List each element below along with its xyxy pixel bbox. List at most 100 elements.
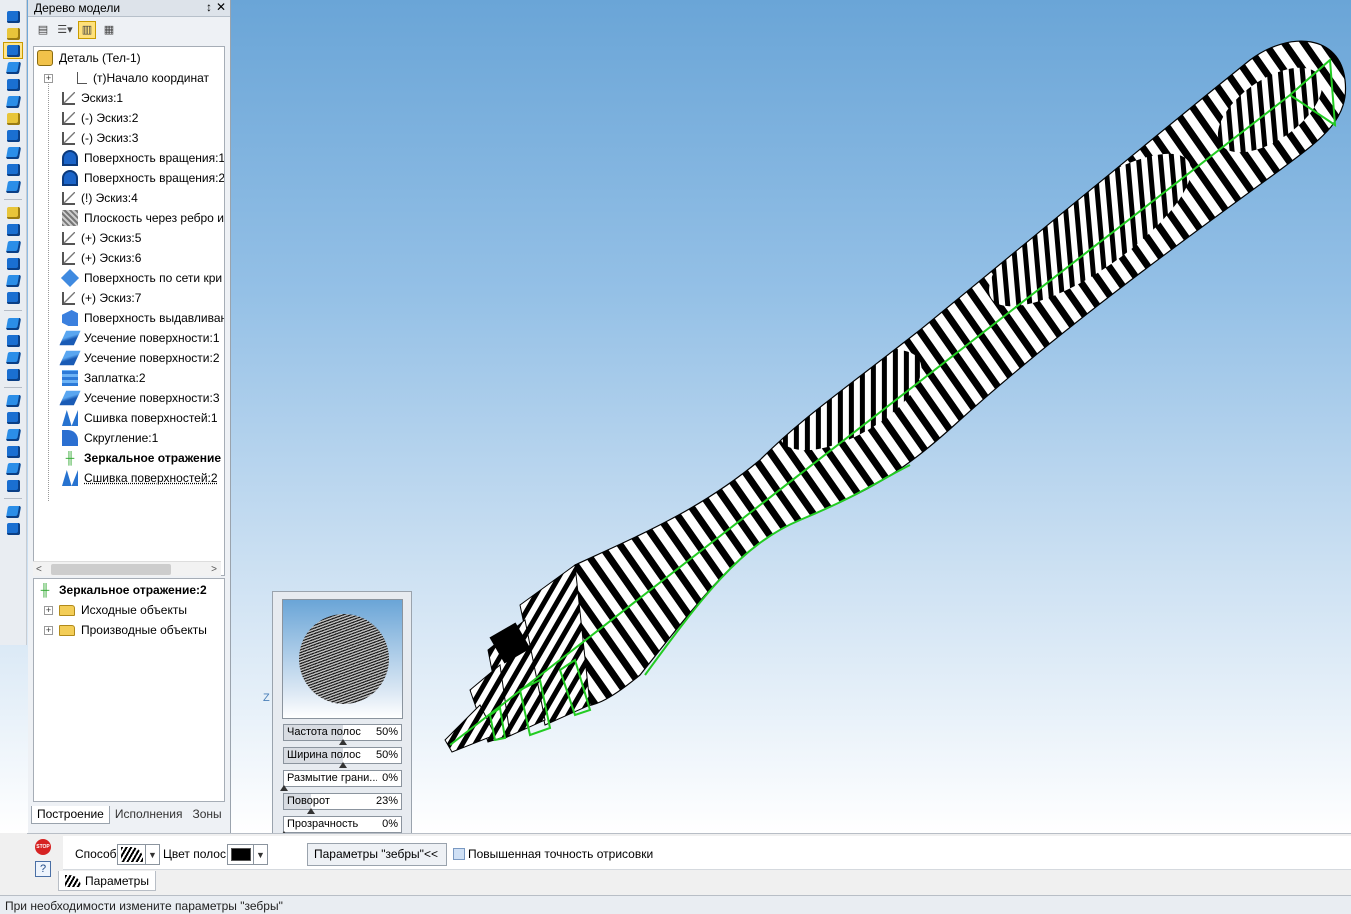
trim-surface-icon[interactable] — [4, 316, 22, 331]
tree-root-item[interactable]: Деталь (Тел-1) — [37, 48, 141, 68]
details-title[interactable]: ╫ Зеркальное отражение:2 — [37, 580, 207, 600]
edit-part-icon[interactable] — [4, 205, 22, 220]
tree-item[interactable]: Поверхность вращения:2 — [62, 168, 224, 188]
tab-versions[interactable]: Исполнения — [110, 806, 188, 824]
network-surface-icon — [60, 268, 80, 288]
rotation-slider[interactable]: Поворот 23% — [283, 793, 402, 814]
expand-icon[interactable]: + — [44, 605, 53, 615]
tree-item-selected[interactable]: ╫ Зеркальное отражение — [62, 448, 221, 468]
ruled-surface-icon[interactable] — [4, 427, 22, 442]
model-tree[interactable]: Деталь (Тел-1) + (т)Начало координат Эск… — [33, 46, 225, 576]
tree-horizontal-scrollbar[interactable]: < > — [33, 561, 221, 576]
network-surface-icon[interactable] — [4, 290, 22, 305]
mesh-surface-icon[interactable] — [4, 478, 22, 493]
tree-item[interactable]: Усечение поверхности:2 — [59, 348, 220, 368]
checkbox-box[interactable] — [453, 848, 465, 860]
split-surface-icon[interactable] — [4, 410, 22, 425]
filter-tool-icon[interactable] — [4, 111, 22, 126]
tree-item[interactable]: Эскиз:1 — [62, 88, 123, 108]
help-icon[interactable]: ? — [35, 861, 51, 877]
slider-label: Поворот — [287, 795, 330, 807]
tree-item[interactable]: (-) Эскиз:2 — [62, 108, 138, 128]
tree-item[interactable]: + (т)Начало координат — [44, 68, 209, 88]
details-item[interactable]: + Исходные объекты — [44, 600, 187, 620]
patch-icon[interactable] — [4, 333, 22, 348]
surface-tool-icon[interactable] — [4, 9, 22, 24]
tree-item[interactable]: Усечение поверхности:3 — [59, 388, 220, 408]
curve-tool-icon[interactable] — [4, 26, 22, 41]
tab-zones[interactable]: Зоны — [188, 806, 227, 824]
delete-surface-icon[interactable] — [4, 521, 22, 536]
stripe-width-slider[interactable]: Ширина полос 50% — [283, 747, 402, 768]
angle-tool-icon[interactable] — [4, 94, 22, 109]
slider-knob[interactable] — [306, 808, 315, 814]
tree-item[interactable]: Скругление:1 — [62, 428, 158, 448]
precision-label: Повышенная точность отрисовки — [468, 847, 654, 861]
document-tool-icon[interactable] — [4, 128, 22, 143]
surface-edit-icon[interactable] — [3, 42, 23, 59]
stripe-color-select[interactable]: ▼ — [227, 844, 268, 865]
plane-surface-icon[interactable] — [4, 444, 22, 459]
scroll-left-icon[interactable]: < — [36, 564, 42, 575]
slider-knob[interactable] — [338, 762, 347, 768]
edge-blur-slider[interactable]: Размытие грани... 0% — [280, 770, 402, 791]
transparency-slider[interactable]: Прозрачность 0% — [280, 816, 402, 837]
chevron-down-icon[interactable]: ▼ — [253, 845, 267, 864]
revolve-tool-icon[interactable] — [4, 179, 22, 194]
tree-item[interactable]: Поверхность по сети кри — [60, 268, 222, 288]
chevron-down-icon[interactable]: ▼ — [145, 845, 159, 864]
params-tab[interactable]: Параметры — [58, 871, 156, 891]
extrude-surface-icon[interactable] — [4, 222, 22, 237]
measure-tool-icon[interactable] — [4, 77, 22, 92]
tree-view-mode-icon[interactable]: ▥ — [78, 20, 96, 39]
model-tree-toolbar: ▤ ☰▾ ▥ ▦ — [28, 17, 230, 42]
tree-split-view-icon[interactable]: ▦ — [100, 21, 118, 39]
points-tool-icon[interactable] — [4, 60, 22, 75]
scroll-right-icon[interactable]: > — [211, 564, 217, 575]
sew-surfaces-icon[interactable] — [4, 367, 22, 382]
stop-icon[interactable]: STOP — [35, 839, 51, 855]
expand-icon[interactable]: + — [44, 625, 53, 635]
tree-item[interactable]: Поверхность выдавливан — [62, 308, 224, 328]
tree-item[interactable]: Сшивка поверхностей:1 — [62, 408, 218, 428]
tree-structure-icon[interactable]: ▤ — [34, 21, 52, 39]
tree-item[interactable]: Сшивка поверхностей:2 — [62, 468, 218, 488]
precision-checkbox[interactable]: Повышенная точность отрисовки — [453, 847, 653, 861]
tree-item[interactable]: Поверхность вращения:1 — [62, 148, 224, 168]
kinematic-surface-icon[interactable] — [4, 256, 22, 271]
slider-knob[interactable] — [280, 785, 288, 791]
property-panel: STOP ? Способ ▼ Цвет полос ▼ Параметры "… — [27, 833, 1351, 895]
tree-item[interactable]: (-) Эскиз:3 — [62, 128, 138, 148]
extend-surface-icon[interactable] — [4, 350, 22, 365]
offset-surface-icon[interactable] — [4, 393, 22, 408]
tab-construction[interactable]: Построение — [31, 806, 110, 824]
loft-surface-icon[interactable] — [4, 273, 22, 288]
join-surface-icon[interactable] — [4, 461, 22, 476]
thicken-icon[interactable] — [4, 504, 22, 519]
collapse-icon[interactable]: << — [424, 847, 438, 861]
tree-item[interactable]: (+) Эскиз:7 — [62, 288, 141, 308]
tree-item[interactable]: (+) Эскиз:5 — [62, 228, 141, 248]
tree-filter-icon[interactable]: ☰▾ — [56, 21, 74, 39]
tree-item[interactable]: (!) Эскиз:4 — [62, 188, 138, 208]
zebra-params-button[interactable]: Параметры "зебры" << — [307, 843, 447, 866]
tree-item[interactable]: Плоскость через ребро и — [62, 208, 224, 228]
stripe-frequency-slider[interactable]: Частота полос 50% — [283, 724, 402, 745]
scroll-thumb[interactable] — [51, 563, 171, 575]
frame-tool-icon[interactable] — [4, 145, 22, 160]
details-title-label: Зеркальное отражение:2 — [59, 583, 207, 597]
tree-item-label: (+) Эскиз:5 — [81, 231, 142, 245]
method-select[interactable]: ▼ — [117, 844, 160, 865]
slider-knob[interactable] — [338, 739, 347, 745]
pin-icon[interactable]: ↕ — [206, 0, 212, 14]
tree-item[interactable]: (+) Эскиз:6 — [62, 248, 141, 268]
close-icon[interactable]: ✕ — [216, 0, 226, 14]
revolve-surface-icon — [62, 150, 78, 166]
details-item[interactable]: + Производные объекты — [44, 620, 207, 640]
revolve-surface-icon[interactable] — [4, 239, 22, 254]
expand-icon[interactable]: + — [44, 73, 53, 83]
tree-item[interactable]: Усечение поверхности:1 — [59, 328, 220, 348]
graph-tool-icon[interactable] — [4, 162, 22, 177]
tree-item[interactable]: Заплатка:2 — [62, 368, 146, 388]
feature-details-tree[interactable]: ╫ Зеркальное отражение:2 + Исходные объе… — [33, 578, 225, 802]
